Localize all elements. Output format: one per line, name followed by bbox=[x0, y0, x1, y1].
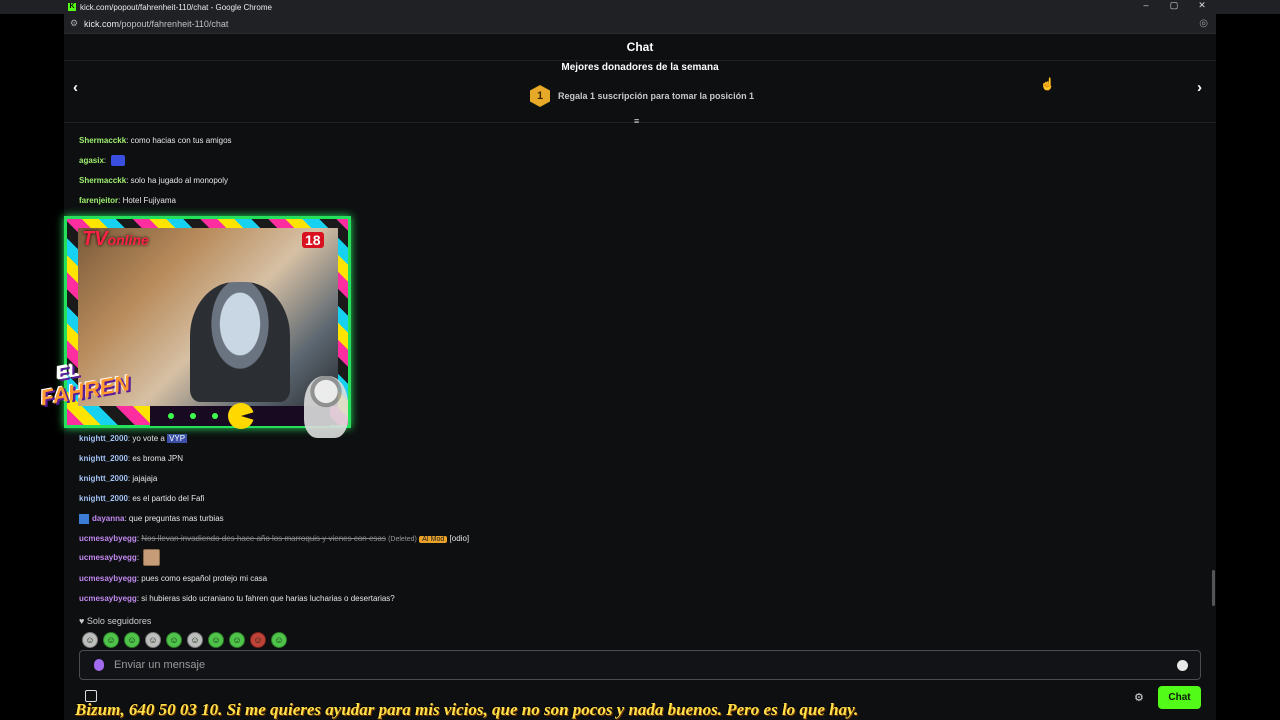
message-text: pues como español protejo mi casa bbox=[141, 574, 268, 583]
chat-message: dayanna: que preguntas mas turbias bbox=[79, 512, 224, 526]
chat-scrollbar[interactable] bbox=[1212, 570, 1215, 606]
message-text: jajajaja bbox=[132, 474, 158, 483]
followers-only-indicator: ♥ Solo seguidores bbox=[79, 616, 152, 626]
username[interactable]: ucmesaybyegg bbox=[79, 594, 137, 603]
chat-message: ucmesaybyegg: pues como español protejo … bbox=[79, 574, 268, 583]
message-text: yo vote a bbox=[132, 434, 165, 443]
emote-bar: ☺ ☺ ☺ ☺ ☺ ☺ ☺ ☺ ☺ ☺ bbox=[82, 632, 287, 648]
username[interactable]: knightt_2000 bbox=[79, 494, 128, 503]
message-text: si hubieras sido ucraniano tu fahren que… bbox=[141, 594, 395, 603]
emote-icon[interactable]: ☺ bbox=[103, 632, 119, 648]
rank-badge: 1 bbox=[530, 85, 550, 107]
emote-icon[interactable]: ☺ bbox=[208, 632, 224, 648]
username[interactable]: ucmesaybyegg bbox=[79, 534, 137, 543]
streamer-figure bbox=[190, 282, 290, 402]
dot bbox=[212, 413, 218, 419]
chat-message: knightt_2000: es el partido del Fafi bbox=[79, 494, 205, 503]
filter-icon[interactable]: ≡ bbox=[634, 116, 639, 126]
astronaut-icon bbox=[304, 376, 348, 438]
message-text: es el partido del Fafi bbox=[132, 494, 205, 503]
chat-title: Chat bbox=[64, 34, 1216, 61]
hand-cursor-icon: ☝ bbox=[1040, 77, 1055, 91]
age-rating-badge: 18 bbox=[302, 232, 324, 248]
dot bbox=[190, 413, 196, 419]
emote-icon[interactable]: ☺ bbox=[229, 632, 245, 648]
message-text: es broma JPN bbox=[132, 454, 184, 463]
emote-icon[interactable]: ☺ bbox=[187, 632, 203, 648]
username[interactable]: Shermacckk bbox=[79, 176, 126, 185]
message-text: que preguntas mas turbias bbox=[128, 514, 224, 523]
chat-message: farenjeitor: Hotel Fujiyama bbox=[79, 196, 176, 205]
chat-message: knightt_2000: jajajaja bbox=[79, 474, 158, 483]
restore-button[interactable]: ▢ bbox=[1160, 0, 1188, 11]
emoji-picker-icon[interactable] bbox=[1177, 660, 1188, 671]
window-controls: – ▢ ✕ bbox=[1132, 0, 1216, 11]
username[interactable]: knightt_2000 bbox=[79, 434, 128, 443]
deleted-label: (Deleted) bbox=[388, 536, 417, 543]
chat-message: knightt_2000: yo vote a VYP bbox=[79, 434, 188, 443]
message-text: Nos llevan invadiendo des hace año los m… bbox=[141, 534, 386, 543]
emote-icon[interactable]: ☺ bbox=[124, 632, 140, 648]
username[interactable]: Shermacckk bbox=[79, 136, 126, 145]
chat-message: Shermacckk: solo ha jugado al monopoly bbox=[79, 176, 229, 185]
chat-message: agasix: bbox=[79, 154, 126, 168]
mod-tag: [odio] bbox=[449, 534, 470, 543]
emote-icon[interactable]: ☺ bbox=[166, 632, 182, 648]
emote-icon[interactable]: ☺ bbox=[145, 632, 161, 648]
eye-off-icon[interactable]: ◎ bbox=[1199, 18, 1208, 29]
ai-mod-badge: AI Mod bbox=[419, 536, 448, 543]
emote-icon[interactable]: ☺ bbox=[82, 632, 98, 648]
donation-ticker: Bizum, 640 50 03 10. Si me quieres ayuda… bbox=[75, 700, 859, 719]
chat-message: ucmesaybyegg: bbox=[79, 549, 161, 567]
chat-message: Shermacckk: como hacias con tus amigos bbox=[79, 136, 232, 145]
username[interactable]: dayanna bbox=[92, 514, 124, 523]
chat-message: ucmesaybyegg: Nos llevan invadiendo des … bbox=[79, 534, 470, 543]
mention-highlight: VYP bbox=[167, 434, 188, 443]
site-settings-icon[interactable]: ⚙ bbox=[70, 18, 84, 29]
emote-icon[interactable]: ☺ bbox=[271, 632, 287, 648]
username[interactable]: agasix bbox=[79, 156, 104, 165]
close-button[interactable]: ✕ bbox=[1188, 0, 1216, 11]
dot bbox=[168, 413, 174, 419]
next-arrow-icon[interactable]: › bbox=[1197, 79, 1202, 96]
window-title: kick.com/popout/fahrenheit-110/chat - Go… bbox=[80, 2, 272, 12]
tv-online-logo: TVonline bbox=[82, 228, 149, 250]
message-text: Hotel Fujiyama bbox=[122, 196, 176, 205]
prev-arrow-icon[interactable]: ‹ bbox=[73, 79, 78, 96]
donors-title: Mejores donadores de la semana bbox=[561, 62, 719, 73]
username[interactable]: farenjeitor bbox=[79, 196, 118, 205]
username[interactable]: knightt_2000 bbox=[79, 474, 128, 483]
username[interactable]: ucmesaybyegg bbox=[79, 553, 137, 562]
username[interactable]: ucmesaybyegg bbox=[79, 574, 137, 583]
address-bar[interactable]: ⚙ kick.com/popout/fahrenheit-110/chat ◎ bbox=[64, 14, 1216, 34]
top-donors-banner: Mejores donadores de la semana ‹ › 1 Reg… bbox=[64, 61, 1216, 123]
url-text[interactable]: kick.com/popout/fahrenheit-110/chat bbox=[84, 19, 228, 29]
face-emote-icon bbox=[143, 549, 161, 567]
kick-logo-icon: K bbox=[68, 3, 76, 11]
minimize-button[interactable]: – bbox=[1132, 0, 1160, 11]
chat-message: knightt_2000: es broma JPN bbox=[79, 454, 184, 463]
message-text: solo ha jugado al monopoly bbox=[130, 176, 229, 185]
promo-text: Regala 1 suscripción para tomar la posic… bbox=[558, 91, 755, 101]
donor-promo[interactable]: 1 Regala 1 suscripción para tomar la pos… bbox=[530, 85, 754, 107]
browser-titlebar: K kick.com/popout/fahrenheit-110/chat - … bbox=[0, 0, 1280, 14]
emote-icon bbox=[111, 155, 126, 167]
chat-message: ucmesaybyegg: si hubieras sido ucraniano… bbox=[79, 594, 395, 603]
message-input-box[interactable] bbox=[79, 650, 1201, 680]
user-badge-icon bbox=[79, 513, 89, 524]
emote-icon[interactable]: ☺ bbox=[250, 632, 266, 648]
username[interactable]: knightt_2000 bbox=[79, 454, 128, 463]
microphone-icon[interactable] bbox=[94, 659, 104, 671]
message-text: como hacias con tus amigos bbox=[130, 136, 232, 145]
message-input[interactable] bbox=[114, 659, 1134, 671]
